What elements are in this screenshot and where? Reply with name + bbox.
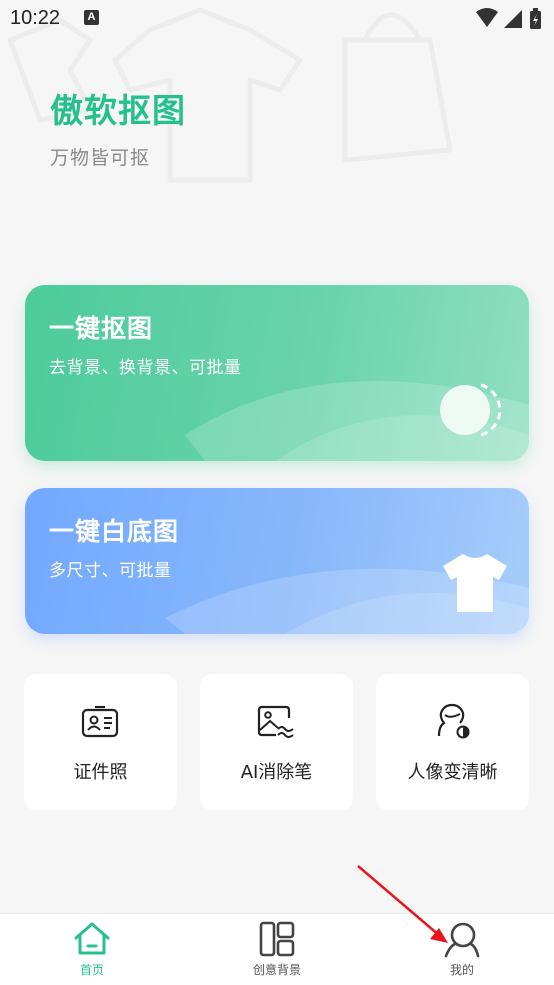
nav-mine[interactable]: 我的 <box>370 914 554 985</box>
cutout-card-subtitle: 去背景、换背景、可批量 <box>49 358 242 378</box>
image-eraser-icon <box>257 705 294 738</box>
layout-icon <box>259 921 295 957</box>
portrait-enhance-tile[interactable]: 人像变清晰 <box>376 674 529 810</box>
white-background-card[interactable]: 一键白底图 多尺寸、可批量 <box>25 488 529 634</box>
cutout-card-title: 一键抠图 <box>49 314 154 343</box>
bottom-nav: 首页 创意背景 我的 <box>0 913 554 985</box>
white-background-card-title: 一键白底图 <box>49 517 180 546</box>
app-subtitle: 万物皆可抠 <box>50 147 151 169</box>
status-bar: 10:22 A <box>0 0 554 38</box>
id-card-icon <box>81 705 119 738</box>
user-icon <box>444 922 480 958</box>
tile-label: 人像变清晰 <box>407 762 498 783</box>
nav-home[interactable]: 首页 <box>0 914 184 985</box>
cutout-card[interactable]: 一键抠图 去背景、换背景、可批量 <box>25 285 529 461</box>
nav-label-mine: 我的 <box>449 963 474 977</box>
toggle-circle-icon <box>440 383 502 437</box>
id-photo-tile[interactable]: 证件照 <box>24 674 177 810</box>
portrait-enhance-icon <box>437 703 470 739</box>
tshirt-icon <box>443 554 507 612</box>
white-background-card-subtitle: 多尺寸、可批量 <box>49 561 172 581</box>
system-icons <box>476 8 541 29</box>
nav-label-home: 首页 <box>79 963 104 977</box>
app-title: 傲软抠图 <box>50 91 186 130</box>
status-time: 10:22 <box>10 7 61 29</box>
ai-eraser-tile[interactable]: AI消除笔 <box>200 674 353 810</box>
home-icon <box>74 922 110 955</box>
notification-icon: A <box>84 10 99 25</box>
battery-icon <box>530 8 541 29</box>
nav-creative-background[interactable]: 创意背景 <box>185 914 369 985</box>
tile-label: AI消除笔 <box>240 762 313 783</box>
signal-icon <box>504 10 522 28</box>
tile-label: 证件照 <box>73 762 128 783</box>
nav-label-creative-background: 创意背景 <box>252 963 301 977</box>
wifi-icon <box>476 8 498 27</box>
